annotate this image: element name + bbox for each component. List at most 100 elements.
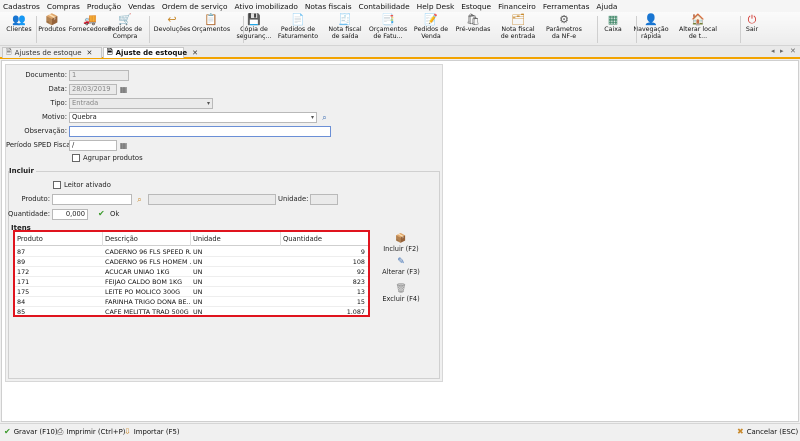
table-row[interactable]: 85 CAFE MELITTA TRAD 500G UN 1.087 bbox=[15, 307, 368, 315]
alterar-f3-button[interactable]: ✎ Alterar (F3) bbox=[381, 257, 421, 276]
menu-item-cadastros[interactable]: Cadastros bbox=[3, 2, 40, 11]
menu-item-producao[interactable]: Produção bbox=[87, 2, 121, 11]
table-cell: 172 bbox=[17, 268, 30, 276]
toolbar-orcamentos-fatu-button[interactable]: 📑 Orçamentos de Fatu... bbox=[366, 13, 410, 40]
column-header-quantidade[interactable]: Quantidade bbox=[281, 232, 368, 246]
toolbar-nota-fiscal-entrada-button[interactable]: 🗂 Nota fiscal de entrada bbox=[496, 13, 540, 40]
search-product-icon[interactable]: ⌕ bbox=[134, 194, 145, 205]
close-icon[interactable]: ✕ bbox=[192, 49, 198, 57]
menu-item-notas-fiscais[interactable]: Notas fiscais bbox=[305, 2, 352, 11]
table-row[interactable]: 89 CADERNO 96 FLS HOMEM ... UN 108 bbox=[15, 257, 368, 267]
tab-ajustes-de-estoque[interactable]: 🗎 Ajustes de estoque ✕ bbox=[2, 47, 102, 58]
table-cell: 175 bbox=[17, 288, 30, 296]
menu-item-vendas[interactable]: Vendas bbox=[128, 2, 155, 11]
toolbar-label: Nota fiscal bbox=[328, 26, 362, 33]
produto-label: Produto: bbox=[21, 195, 50, 203]
menu-item-contabilidade[interactable]: Contabilidade bbox=[359, 2, 410, 11]
toolbar-separator bbox=[149, 16, 150, 43]
fornecedores-icon: 🚚 bbox=[83, 13, 97, 26]
importar-button[interactable]: ⇩ Importar (F5) bbox=[124, 427, 180, 436]
toolbar-label: Alterar local bbox=[678, 26, 718, 33]
menu-item-ferramentas[interactable]: Ferramentas bbox=[543, 2, 590, 11]
ok-button[interactable]: Ok bbox=[110, 210, 119, 218]
navegacao-rapida-icon: 👤 bbox=[644, 13, 658, 26]
menu-item-compras[interactable]: Compras bbox=[47, 2, 80, 11]
unidade-field bbox=[310, 194, 338, 205]
incluir-f2-button[interactable]: 📦 Incluir (F2) bbox=[381, 234, 421, 253]
table-row[interactable]: 172 ACUCAR UNIAO 1KG UN 92 bbox=[15, 267, 368, 277]
menu-item-financeiro[interactable]: Financeiro bbox=[498, 2, 536, 11]
alterar-f3-label: Alterar (F3) bbox=[382, 268, 420, 276]
tab-scroll-right-icon[interactable]: ▸ bbox=[780, 47, 784, 55]
toolbar-orcamentos-button[interactable]: 📋 Orçamentos bbox=[189, 13, 233, 33]
toolbar-copia-seguranca-button[interactable]: 💾 Cópia de seguranç... bbox=[232, 13, 276, 40]
toolbar-label: Produtos bbox=[38, 26, 66, 33]
table-cell: 9 bbox=[360, 248, 365, 256]
tab-scroll-left-icon[interactable]: ◂ bbox=[771, 47, 775, 55]
documento-label: Documento: bbox=[25, 71, 67, 79]
documento-field: 1 bbox=[69, 70, 129, 81]
chevron-down-icon[interactable]: ▾ bbox=[203, 98, 214, 109]
table-row[interactable]: 87 CADERNO 96 FLS SPEED R... UN 9 bbox=[15, 247, 368, 257]
table-row[interactable]: 84 FARINHA TRIGO DONA BE... UN 15 bbox=[15, 297, 368, 307]
check-icon: ✔ bbox=[4, 427, 11, 436]
form-panel: Documento: 1 Data: 28/03/2019 ▦ Tipo: En… bbox=[5, 64, 443, 382]
quantidade-input[interactable]: 0,000 bbox=[52, 209, 88, 220]
calendar-icon[interactable]: ▦ bbox=[118, 84, 129, 95]
tipo-label: Tipo: bbox=[50, 99, 67, 107]
table-cell: 823 bbox=[352, 278, 365, 286]
menu-item-ordem-de-servico[interactable]: Ordem de serviço bbox=[162, 2, 228, 11]
agrupar-produtos-checkbox[interactable] bbox=[72, 154, 80, 162]
produto-input[interactable] bbox=[52, 194, 132, 205]
data-field[interactable]: 28/03/2019 bbox=[69, 84, 117, 95]
imprimir-button[interactable]: ⎙ Imprimir (Ctrl+P) bbox=[57, 427, 126, 437]
tipo-select[interactable]: Entrada bbox=[69, 98, 213, 109]
leitor-ativado-checkbox[interactable] bbox=[53, 181, 61, 189]
menu-item-ativo-imobilizado[interactable]: Ativo imobilizado bbox=[234, 2, 297, 11]
toolbar-sair-button[interactable]: ⏻ Sair bbox=[730, 13, 774, 33]
table-row[interactable]: 171 FEIJAO CALDO BOM 1KG UN 823 bbox=[15, 277, 368, 287]
excluir-f4-button[interactable]: 🗑 Excluir (F4) bbox=[381, 284, 421, 303]
column-header-produto[interactable]: Produto bbox=[15, 232, 103, 246]
search-icon[interactable]: ⌕ bbox=[319, 112, 330, 123]
table-cell: CADERNO 96 FLS HOMEM ... bbox=[105, 258, 191, 266]
periodo-sped-field[interactable]: / bbox=[69, 140, 117, 151]
toolbar-alterar-local-button[interactable]: 🏠 Alterar local de t... bbox=[676, 13, 720, 40]
toolbar-pedidos-faturamento-button[interactable]: 📄 Pedidos de Faturamento bbox=[276, 13, 320, 40]
toolbar-devolucoes-button[interactable]: ↩ Devoluções bbox=[150, 13, 194, 33]
table-cell: UN bbox=[193, 268, 203, 276]
column-header-descricao[interactable]: Descrição bbox=[103, 232, 191, 246]
toolbar-label: seguranç... bbox=[236, 33, 272, 40]
toolbar-label: Venda bbox=[421, 33, 441, 40]
toolbar-label: Caixa bbox=[604, 26, 622, 33]
toolbar-pre-vendas-button[interactable]: 🛍 Pré-vendas bbox=[451, 13, 495, 33]
close-all-icon[interactable]: ✕ bbox=[790, 47, 796, 55]
motivo-select[interactable]: Quebra bbox=[69, 112, 317, 123]
menu-bar: Cadastros Compras Produção Vendas Ordem de s… bbox=[0, 0, 800, 12]
calendar-icon[interactable]: ▦ bbox=[118, 140, 129, 151]
table-cell: 89 bbox=[17, 258, 26, 266]
toolbar-nota-fiscal-saida-button[interactable]: 🧾 Nota fiscal de saída bbox=[323, 13, 367, 40]
tab-ajuste-de-estoque[interactable]: 🗎 Ajuste de estoque ✕ bbox=[103, 47, 198, 58]
toolbar-separator bbox=[740, 16, 741, 43]
toolbar-parametros-nfe-button[interactable]: ⚙ Parâmetros da NF-e bbox=[542, 13, 586, 40]
observacao-input[interactable] bbox=[69, 126, 331, 137]
column-header-unidade[interactable]: Unidade bbox=[191, 232, 281, 246]
gravar-button[interactable]: ✔ Gravar (F10) bbox=[4, 427, 58, 436]
menu-item-estoque[interactable]: Estoque bbox=[461, 2, 491, 11]
toolbar-pedidos-compra-button[interactable]: 🛒 Pedidos de Compra bbox=[103, 13, 147, 40]
data-label: Data: bbox=[48, 85, 67, 93]
chevron-down-icon[interactable]: ▾ bbox=[307, 112, 318, 123]
cancelar-button[interactable]: ✖ Cancelar (ESC) bbox=[737, 427, 798, 436]
toolbar-label: Navegação bbox=[633, 26, 669, 33]
table-row[interactable]: 175 LEITE PO MOLICO 300G UN 13 bbox=[15, 287, 368, 297]
menu-item-ajuda[interactable]: Ajuda bbox=[596, 2, 617, 11]
close-icon[interactable]: ✕ bbox=[87, 49, 93, 57]
footer-bar: ✔ Gravar (F10) ⎙ Imprimir (Ctrl+P) ⇩ Imp… bbox=[0, 423, 800, 441]
table-cell: UN bbox=[193, 258, 203, 266]
tab-label: Ajuste de estoque bbox=[115, 49, 188, 57]
toolbar-pedidos-venda-button[interactable]: 📝 Pedidos de Venda bbox=[409, 13, 453, 40]
menu-item-help-desk[interactable]: Help Desk bbox=[417, 2, 455, 11]
toolbar-separator bbox=[36, 16, 37, 43]
toolbar-label: Devoluções bbox=[153, 26, 191, 33]
